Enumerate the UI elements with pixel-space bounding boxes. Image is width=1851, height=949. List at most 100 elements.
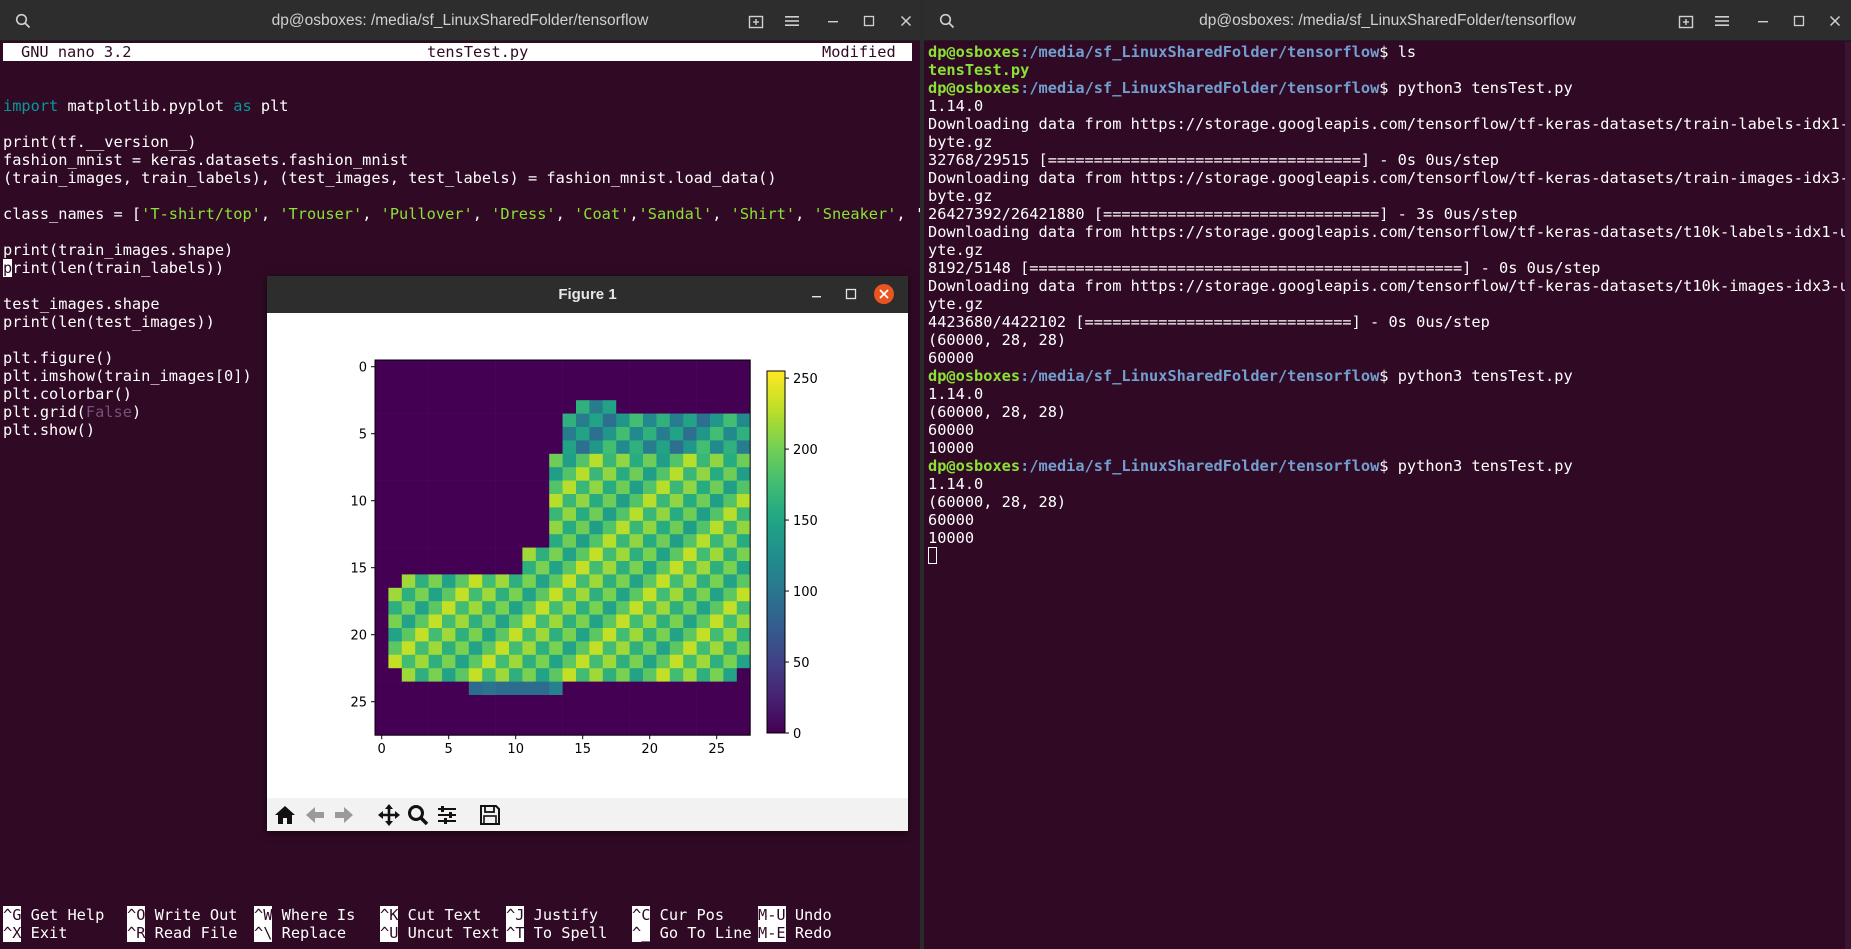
minimize-icon[interactable] — [820, 8, 846, 34]
minimize-icon[interactable] — [1750, 8, 1776, 34]
figure-close-icon[interactable] — [871, 281, 897, 307]
configure-icon[interactable] — [434, 802, 460, 828]
shortcut-label: Read File — [145, 924, 238, 942]
code-token: print(tf.__version__) — [3, 133, 197, 151]
right-titlebar[interactable]: dp@osboxes: /media/sf_LinuxSharedFolder/… — [924, 0, 1851, 41]
right-terminal-window[interactable]: dp@osboxes: /media/sf_LinuxSharedFolder/… — [924, 0, 1851, 949]
figure-window[interactable]: Figure 1 0 5 10 15 20 25 0 5 10 15 20 25 0 50 100 150 20… — [267, 276, 908, 831]
shortcut-item[interactable]: ^\ Replace — [254, 924, 355, 942]
heatmap-cell — [723, 654, 738, 669]
home-icon[interactable] — [272, 802, 298, 828]
heatmap-cell — [482, 641, 496, 656]
figure-titlebar[interactable]: Figure 1 — [267, 276, 908, 313]
shortcut-item[interactable]: ^U Uncut Text — [380, 924, 500, 942]
heatmap-cell — [683, 695, 697, 709]
shortcut-item[interactable]: ^J Justify — [506, 906, 607, 924]
heatmap-cell — [576, 534, 590, 548]
heatmap-cell — [683, 413, 697, 428]
figure-maximize-icon[interactable] — [838, 281, 864, 307]
heatmap-cell — [522, 400, 537, 414]
heatmap-cell — [455, 614, 470, 629]
shortcut-item[interactable]: ^O Write Out — [127, 906, 238, 924]
heatmap-cell — [495, 721, 510, 736]
maximize-icon[interactable] — [856, 8, 882, 34]
heatmap-cell — [509, 373, 523, 388]
heatmap-cell — [482, 601, 496, 615]
shortcut-key: ^X — [3, 924, 22, 942]
heatmap-cell — [736, 574, 751, 589]
heatmap-cell — [455, 587, 470, 602]
shortcut-item[interactable]: M-U Undo — [758, 906, 832, 924]
heatmap-cell — [442, 453, 456, 468]
shortcut-item[interactable]: ^W Where Is — [254, 906, 355, 924]
heatmap-cell — [629, 440, 644, 455]
y-tick-label: 20 — [350, 629, 367, 644]
shortcut-item[interactable]: M-E Redo — [758, 924, 832, 942]
zoom-icon[interactable] — [405, 802, 431, 828]
heatmap-cell — [522, 427, 537, 441]
shortcut-item[interactable]: ^X Exit — [3, 924, 104, 942]
back-icon[interactable] — [302, 802, 328, 828]
heatmap-cell — [736, 507, 751, 522]
heatmap-cell — [602, 427, 617, 441]
heatmap-cell — [629, 668, 644, 682]
heatmap-cell — [401, 520, 416, 535]
figure-minimize-icon[interactable] — [804, 281, 830, 307]
close-icon[interactable] — [893, 8, 919, 34]
terminal-cursor — [928, 547, 937, 564]
left-terminal-window[interactable]: dp@osboxes: /media/sf_LinuxSharedFolder/… — [0, 0, 920, 949]
heatmap-cell — [549, 628, 563, 642]
heatmap-cell — [375, 427, 389, 441]
heatmap-cell — [455, 440, 470, 455]
maximize-icon[interactable] — [1786, 8, 1812, 34]
heatmap-cell — [522, 708, 537, 723]
menu-icon[interactable] — [779, 8, 805, 34]
shortcut-item[interactable]: ^R Read File — [127, 924, 238, 942]
menu-icon[interactable] — [1709, 8, 1735, 34]
heatmap-cell — [495, 360, 510, 374]
save-icon[interactable] — [477, 802, 503, 828]
heatmap-cell — [602, 480, 617, 495]
left-titlebar[interactable]: dp@osboxes: /media/sf_LinuxSharedFolder/… — [0, 0, 920, 41]
heatmap-cell — [643, 520, 657, 535]
heatmap-cell — [535, 708, 550, 723]
heatmap-cell — [669, 427, 684, 441]
heatmap-cell — [535, 373, 550, 388]
code-token: , — [362, 205, 381, 223]
heatmap-cell — [442, 601, 456, 615]
code-token: ) — [131, 403, 142, 421]
new-tab-icon[interactable] — [1673, 8, 1699, 34]
shortcut-item[interactable]: ^G Get Help — [3, 906, 104, 924]
code-token: 'Sneaker' — [813, 205, 897, 223]
heatmap-cell — [696, 668, 711, 682]
heatmap-cell — [468, 480, 483, 495]
shortcut-label: Redo — [785, 924, 832, 942]
shortcut-item[interactable]: ^_ Go To Line — [632, 924, 752, 942]
heatmap-cell — [415, 360, 429, 374]
heatmap-cell — [455, 695, 470, 709]
code-token: 'Shirt' — [730, 205, 796, 223]
heatmap-cell — [468, 534, 483, 548]
heatmap-cell — [616, 507, 630, 522]
heatmap-cell — [388, 440, 403, 455]
heatmap-cell — [455, 467, 470, 481]
shortcut-item[interactable]: ^T To Spell — [506, 924, 607, 942]
output-line: Downloading data from https://storage.go… — [928, 223, 1851, 241]
new-tab-icon[interactable] — [743, 8, 769, 34]
heatmap-cell — [616, 654, 630, 669]
forward-icon[interactable] — [331, 802, 357, 828]
scrollbar[interactable] — [1845, 42, 1851, 949]
heatmap-cell — [616, 708, 630, 723]
shortcut-key: ^T — [506, 924, 525, 942]
heatmap-cell — [495, 507, 510, 522]
heatmap-cell — [415, 695, 429, 709]
heatmap-cell — [549, 453, 563, 468]
close-icon[interactable] — [1822, 8, 1848, 34]
terminal-output[interactable]: dp@osboxes:/media/sf_LinuxSharedFolder/t… — [928, 43, 1851, 565]
pan-icon[interactable] — [376, 802, 402, 828]
heatmap-cell — [401, 386, 416, 401]
heatmap-cell — [388, 534, 403, 548]
heatmap-cell — [522, 360, 537, 374]
shortcut-item[interactable]: ^K Cut Text — [380, 906, 500, 924]
shortcut-item[interactable]: ^C Cur Pos — [632, 906, 752, 924]
